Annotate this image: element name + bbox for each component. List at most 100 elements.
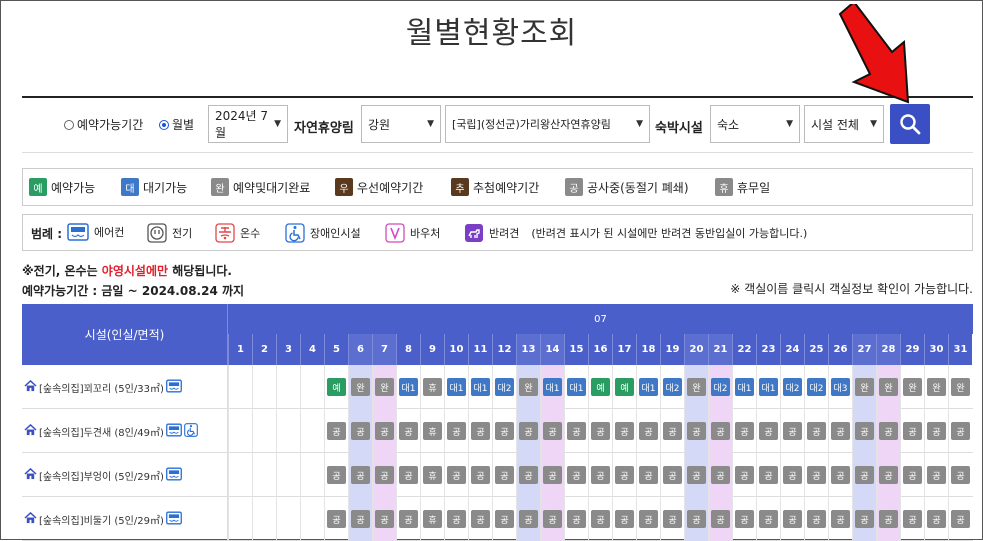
facility-name[interactable]: [숲속의집]비둘기 (5인/29㎡) [39, 512, 164, 527]
status-badge[interactable]: 공 [615, 510, 634, 528]
status-badge[interactable]: 예 [591, 378, 610, 396]
status-badge[interactable]: 공 [927, 510, 946, 528]
status-badge[interactable]: 공 [567, 510, 586, 528]
radio-monthly[interactable]: 월별 [159, 116, 194, 133]
day-cell[interactable]: 공 [612, 409, 636, 453]
day-cell[interactable]: 공 [492, 497, 516, 541]
status-badge[interactable]: 공 [783, 466, 802, 484]
day-cell[interactable]: 공 [924, 497, 948, 541]
day-cell[interactable]: 완 [348, 365, 372, 409]
status-badge[interactable]: 완 [951, 378, 970, 396]
status-badge[interactable]: 휴 [423, 422, 442, 440]
day-cell[interactable]: 공 [852, 409, 876, 453]
day-cell[interactable]: 공 [876, 453, 900, 497]
day-cell[interactable]: 공 [444, 497, 468, 541]
status-badge[interactable]: 공 [471, 422, 490, 440]
day-cell[interactable]: 공 [348, 409, 372, 453]
day-cell[interactable]: 대2 [492, 365, 516, 409]
day-cell[interactable]: 공 [348, 497, 372, 541]
day-cell[interactable]: 공 [612, 497, 636, 541]
status-badge[interactable]: 대1 [447, 378, 466, 396]
day-cell[interactable]: 대1 [396, 365, 420, 409]
status-badge[interactable]: 공 [399, 466, 418, 484]
day-cell[interactable]: 공 [924, 453, 948, 497]
status-badge[interactable]: 공 [759, 510, 778, 528]
day-cell[interactable]: 대1 [756, 365, 780, 409]
status-badge[interactable]: 대1 [759, 378, 778, 396]
radio-booking-period[interactable]: 예약가능기간 [64, 116, 143, 133]
status-badge[interactable]: 공 [807, 510, 826, 528]
day-cell[interactable]: 공 [444, 453, 468, 497]
status-badge[interactable]: 휴 [423, 466, 442, 484]
status-badge[interactable]: 공 [351, 422, 370, 440]
day-cell[interactable]: 공 [372, 497, 396, 541]
status-badge[interactable]: 공 [855, 510, 874, 528]
day-cell[interactable]: 공 [372, 409, 396, 453]
day-cell[interactable]: 공 [588, 497, 612, 541]
status-badge[interactable]: 공 [687, 510, 706, 528]
region-select[interactable]: 강원 ▼ [361, 105, 441, 143]
day-cell[interactable]: 공 [396, 453, 420, 497]
status-badge[interactable]: 공 [735, 466, 754, 484]
status-badge[interactable]: 공 [375, 466, 394, 484]
day-cell[interactable]: 공 [708, 497, 732, 541]
day-cell[interactable]: 대3 [828, 365, 852, 409]
status-badge[interactable]: 대2 [807, 378, 826, 396]
status-badge[interactable]: 공 [375, 422, 394, 440]
status-badge[interactable]: 공 [711, 510, 730, 528]
day-cell[interactable]: 공 [540, 453, 564, 497]
day-cell[interactable]: 공 [540, 409, 564, 453]
status-badge[interactable]: 완 [687, 378, 706, 396]
day-cell[interactable]: 공 [732, 409, 756, 453]
status-badge[interactable]: 공 [831, 510, 850, 528]
status-badge[interactable]: 공 [399, 510, 418, 528]
status-badge[interactable]: 공 [855, 466, 874, 484]
status-badge[interactable]: 공 [879, 422, 898, 440]
status-badge[interactable]: 공 [951, 466, 970, 484]
status-badge[interactable]: 공 [759, 422, 778, 440]
day-cell[interactable]: 예 [588, 365, 612, 409]
day-cell[interactable]: 대2 [780, 365, 804, 409]
day-cell[interactable]: 공 [900, 409, 924, 453]
status-badge[interactable]: 완 [519, 378, 538, 396]
status-badge[interactable]: 공 [327, 466, 346, 484]
day-cell[interactable]: 공 [780, 497, 804, 541]
facility-name-cell[interactable]: [숲속의집]비둘기 (5인/29㎡) [22, 497, 228, 541]
day-cell[interactable]: 완 [372, 365, 396, 409]
status-badge[interactable]: 완 [927, 378, 946, 396]
status-badge[interactable]: 공 [663, 466, 682, 484]
status-badge[interactable]: 공 [903, 466, 922, 484]
day-cell[interactable]: 공 [612, 453, 636, 497]
day-cell[interactable]: 공 [684, 409, 708, 453]
day-cell[interactable]: 공 [732, 453, 756, 497]
day-cell[interactable]: 공 [588, 409, 612, 453]
day-cell[interactable]: 공 [444, 409, 468, 453]
day-cell[interactable]: 공 [564, 497, 588, 541]
day-cell[interactable]: 대1 [540, 365, 564, 409]
facility-all-select[interactable]: 시설 전체 ▼ [804, 105, 884, 143]
status-badge[interactable]: 공 [663, 422, 682, 440]
status-badge[interactable]: 공 [951, 510, 970, 528]
status-badge[interactable]: 대2 [711, 378, 730, 396]
day-cell[interactable]: 공 [636, 453, 660, 497]
status-badge[interactable]: 공 [327, 422, 346, 440]
day-cell[interactable]: 공 [900, 453, 924, 497]
day-cell[interactable]: 대2 [660, 365, 684, 409]
day-cell[interactable]: 공 [756, 497, 780, 541]
status-badge[interactable]: 공 [495, 510, 514, 528]
month-select[interactable]: 2024년 7월 ▼ [208, 105, 288, 143]
status-badge[interactable]: 공 [351, 510, 370, 528]
status-badge[interactable]: 공 [903, 422, 922, 440]
status-badge[interactable]: 공 [927, 466, 946, 484]
status-badge[interactable]: 공 [615, 466, 634, 484]
facility-name[interactable]: [숲속의집]꾀꼬리 (5인/33㎡) [39, 380, 164, 395]
day-cell[interactable]: 완 [924, 365, 948, 409]
status-badge[interactable]: 공 [759, 466, 778, 484]
day-cell[interactable]: 공 [852, 453, 876, 497]
status-badge[interactable]: 공 [855, 422, 874, 440]
status-badge[interactable]: 공 [663, 510, 682, 528]
day-cell[interactable]: 대2 [708, 365, 732, 409]
status-badge[interactable]: 예 [615, 378, 634, 396]
status-badge[interactable]: 공 [639, 422, 658, 440]
facility-name[interactable]: [숲속의집]두견새 (8인/49㎡) [39, 424, 164, 439]
